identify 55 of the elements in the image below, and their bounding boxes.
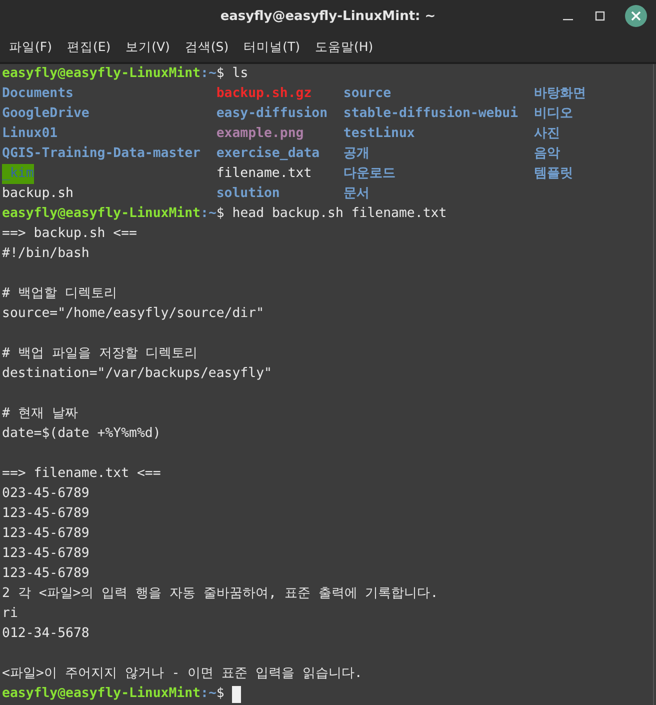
maximize-icon[interactable] [593, 9, 607, 23]
directory-name: _kim [2, 164, 34, 184]
directory-name: 템플릿 [534, 165, 573, 183]
file-name: filename.txt [216, 165, 312, 183]
output-text: destination="/var/backups/easyfly" [2, 365, 272, 383]
output-text: ri [2, 605, 18, 623]
shell-prompt: easyfly@easyfly-LinuxMint:~$ [2, 685, 224, 703]
directory-name: GoogleDrive [2, 105, 90, 123]
menu-item[interactable]: 도움말(H) [309, 38, 380, 56]
menu-item[interactable]: 파일(F) [3, 38, 58, 56]
output-text: 123-45-6789 [2, 525, 90, 543]
image-file-name: example.png [216, 125, 304, 143]
output-text: 2 각 <파일>의 입력 행을 자동 줄바꿈하여, 표준 출력에 기록합니다. [2, 585, 438, 603]
output-text: date=$(date +%Y%m%d) [2, 425, 161, 443]
directory-name: exercise_data [216, 145, 320, 163]
directory-name: testLinux [343, 125, 415, 143]
command-text: ls [232, 65, 248, 83]
output-text: 023-45-6789 [2, 485, 90, 503]
directory-name: 바탕화면 [534, 85, 586, 103]
directory-name: source [343, 85, 392, 103]
output-text: #!/bin/bash [2, 245, 90, 263]
directory-name: 공개 [343, 145, 370, 163]
output-text: 123-45-6789 [2, 565, 90, 583]
output-text: # 백업할 디렉토리 [2, 285, 117, 303]
directory-name: 비디오 [534, 105, 573, 123]
output-text: <파일>이 주어지지 않거나 - 이면 표준 입력을 읽습니다. [2, 665, 362, 683]
output-text: 123-45-6789 [2, 505, 90, 523]
directory-name: QGIS-Training-Data-master [2, 145, 200, 163]
file-name: backup.sh [2, 185, 74, 203]
output-text: # 백업 파일을 저장할 디렉토리 [2, 345, 198, 363]
archive-file-name: backup.sh.gz [216, 85, 312, 103]
menu-item[interactable]: 터미널(T) [238, 38, 306, 56]
menu-item[interactable]: 편집(E) [60, 38, 117, 56]
output-text: source="/home/easyfly/source/dir" [2, 305, 264, 323]
directory-name: easy-diffusion [216, 105, 328, 123]
command-text: head backup.sh filename.txt [232, 205, 447, 223]
directory-name: 음악 [534, 145, 560, 163]
output-text: 123-45-6789 [2, 545, 90, 563]
shell-prompt: easyfly@easyfly-LinuxMint:~$ [2, 205, 224, 223]
directory-name: 다운로드 [343, 165, 396, 183]
output-text: ==> filename.txt <== [2, 465, 161, 483]
menu-item[interactable]: 검색(S) [178, 38, 235, 56]
close-icon[interactable] [625, 5, 647, 27]
directory-name: Documents [2, 85, 74, 103]
output-text: 012-34-5678 [2, 625, 90, 643]
directory-name: 문서 [343, 185, 370, 203]
shell-prompt: easyfly@easyfly-LinuxMint:~$ [2, 65, 224, 83]
directory-name: 사진 [534, 125, 560, 143]
directory-name: stable-diffusion-webui [343, 105, 518, 123]
window-title: easyfly@easyfly-LinuxMint: ~ [220, 8, 436, 24]
directory-name: Linux01 [2, 125, 58, 143]
directory-name: solution [216, 185, 280, 203]
menu-item[interactable]: 보기(V) [120, 38, 176, 56]
output-text: ==> backup.sh <== [2, 225, 137, 243]
output-text: # 현재 날짜 [2, 405, 78, 423]
